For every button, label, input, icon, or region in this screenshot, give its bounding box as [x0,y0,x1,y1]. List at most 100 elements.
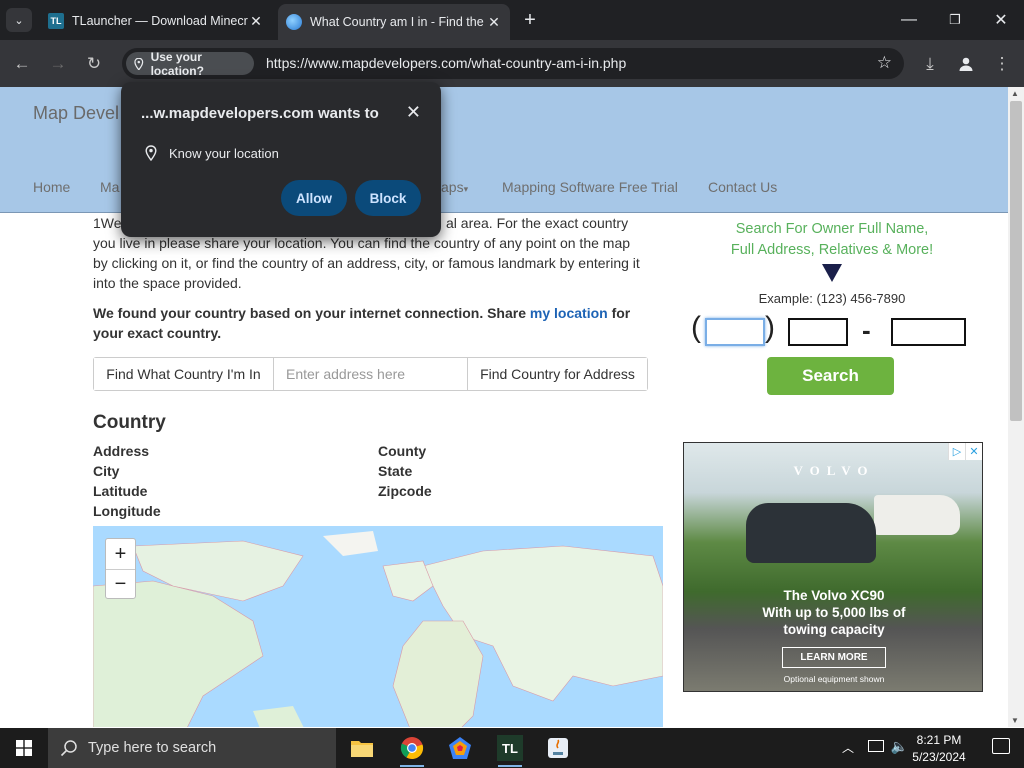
close-icon[interactable]: ✕ [248,13,264,30]
browser-toolbar: ← → ↻ Use your location? https://www.map… [0,40,1024,87]
country-heading: Country [93,412,166,433]
map-zoom-controls: + − [105,538,136,599]
url-text[interactable]: https://www.mapdevelopers.com/what-count… [266,55,626,71]
nav-home[interactable]: Home [33,179,70,195]
notifications-icon[interactable] [992,738,1010,754]
page-scrollbar[interactable]: ▲ ▼ [1008,87,1024,727]
taskbar-search[interactable]: Type here to search [48,728,336,768]
phone-search-button[interactable]: Search [767,357,894,395]
ad-info-icon[interactable]: ▷ [948,443,965,460]
close-paren: ) [765,311,775,344]
file-explorer-icon[interactable] [346,732,378,764]
ad-headline-line: The Volvo XC90 [783,588,885,603]
java-icon[interactable] [542,732,574,764]
network-icon[interactable] [868,740,884,752]
address-input[interactable] [274,358,468,390]
field-longitude: Longitude [93,503,161,519]
tlauncher-icon[interactable]: TL [494,732,526,767]
find-country-row: Find What Country I'm In Find Country fo… [93,357,648,391]
scroll-up-icon[interactable]: ▲ [1011,89,1019,98]
allow-button[interactable]: Allow [281,180,347,216]
person-icon [959,57,973,71]
zoom-out-button[interactable]: − [106,569,135,599]
clock-time: 8:21 PM [916,733,962,747]
minimize-button[interactable]: — [894,8,924,32]
chrome-icon[interactable] [396,732,428,767]
nav-contact-us[interactable]: Contact Us [708,179,777,195]
taskbar-search-placeholder: Type here to search [88,740,217,756]
find-what-country-button[interactable]: Find What Country I'm In [94,358,274,390]
clock-date: 5/23/2024 [912,750,966,764]
caret-down-icon: ▾ [463,184,469,194]
field-county: County [378,443,427,459]
windows-logo-icon [16,740,32,756]
find-country-for-address-button[interactable]: Find Country for Address [468,358,647,390]
nav-maps[interactable]: Ma [100,179,119,195]
address-bar[interactable]: Use your location? https://www.mapdevelo… [122,48,904,79]
tab-what-country[interactable]: What Country am I in - Find the ✕ [278,4,510,40]
phone-prefix-input[interactable] [788,318,848,346]
menu-icon[interactable]: ⋮ [990,52,1014,76]
field-city: City [93,463,120,479]
phone-line-input[interactable] [891,318,966,346]
nav-mapping-software[interactable]: Mapping Software Free Trial [502,179,678,195]
volume-muted-icon[interactable]: 🔈 [891,738,908,755]
permission-label: Know your location [169,146,279,161]
taskbar-clock[interactable]: 8:21 PM 5/23/2024 [909,732,969,766]
car-image [746,503,876,563]
found-country-text: We found your country based on your inte… [93,303,643,343]
reload-button[interactable]: ↻ [82,52,106,76]
location-permission-chip[interactable]: Use your location? [126,50,254,78]
maximize-button[interactable]: ❐ [940,8,970,32]
field-address: Address [93,443,150,459]
tlauncher-logo: TL [497,735,523,761]
app-icon[interactable] [444,732,476,764]
field-zipcode: Zipcode [378,483,432,499]
block-button[interactable]: Block [355,180,421,216]
learn-more-button[interactable]: LEARN MORE [782,647,886,668]
my-location-link[interactable]: my location [530,305,608,321]
back-button[interactable]: ← [10,52,34,76]
ad-choices[interactable]: ▷ ✕ [948,443,982,460]
site-brand[interactable]: Map Devel [33,103,119,124]
volvo-ad[interactable]: ▷ ✕ VOLVO The Volvo XC90 With up to 5,00… [683,442,983,692]
found-text: We found your country based on your inte… [93,305,530,321]
search-icon [60,740,77,757]
map-land-shapes [93,531,663,727]
area-code-input[interactable] [705,318,765,346]
nav-maps-dropdown-label: aps [441,179,464,195]
new-tab-button[interactable]: + [518,8,542,32]
tab-title: What Country am I in - Find the [310,15,484,29]
download-icon[interactable]: ⤓ [918,52,942,76]
location-permission-popup: ...w.mapdevelopers.com wants to ✕ Know y… [121,82,441,237]
arrow-right-icon: → [49,54,67,73]
owner-search-promo[interactable]: Search For Owner Full Name, Full Address… [700,219,964,261]
tab-tlauncher[interactable]: TL TLauncher — Download Minecraft ✕ [40,6,272,36]
zoom-in-button[interactable]: + [106,539,135,569]
reload-icon: ↻ [86,54,102,73]
scrollbar-thumb[interactable] [1010,101,1022,421]
world-map[interactable]: + − [93,526,663,727]
tab-title: TLauncher — Download Minecraft [72,14,248,28]
ad-headline-line: With up to 5,000 lbs of [762,605,906,620]
field-state: State [378,463,413,479]
down-triangle-icon [822,264,842,282]
tab-search-button[interactable]: ⌄ [6,8,32,32]
ad-note: Optional equipment shown [783,674,885,684]
pentagon-app-icon [449,737,471,759]
profile-icon[interactable] [954,52,978,76]
ad-brand: VOLVO [793,463,875,478]
nav-maps-dropdown[interactable]: aps▾ [441,179,468,195]
popup-title: ...w.mapdevelopers.com wants to [141,105,379,122]
bookmark-star-icon[interactable]: ☆ [877,53,892,73]
forward-button[interactable]: → [46,52,70,76]
scroll-down-icon[interactable]: ▼ [1011,716,1019,725]
arrow-left-icon: ← [13,54,31,73]
found-suffix: for [607,305,631,321]
start-button[interactable] [0,728,48,768]
close-window-button[interactable]: ✕ [986,8,1016,32]
ad-close-icon[interactable]: ✕ [965,443,982,460]
chevron-up-icon[interactable]: ︿ [842,739,854,756]
close-icon[interactable]: ✕ [406,102,421,123]
close-icon[interactable]: ✕ [486,14,502,31]
